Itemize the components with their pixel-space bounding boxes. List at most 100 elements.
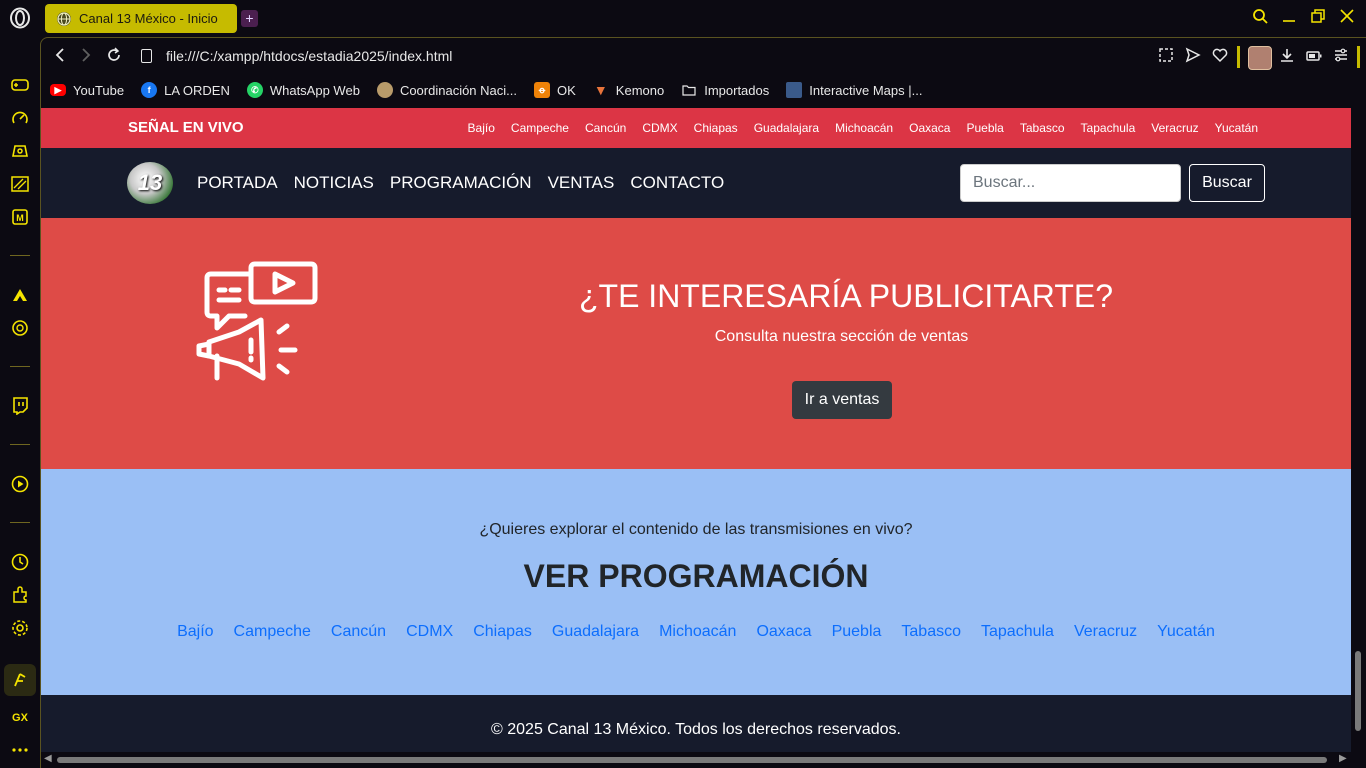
region-link[interactable]: Veracruz [1074,623,1137,641]
facebook-icon: f [141,82,158,98]
bookmark-coordinacion[interactable]: Coordinación Naci... [376,82,517,98]
horizontal-scrollbar[interactable]: ◀ ▶ [41,752,1351,768]
bookmarks-bar: ▶ YouTube f LA ORDEN ✆ WhatsApp Web Coor… [41,76,1366,104]
region-link[interactable]: Michoacán [659,623,736,641]
programming-title: VER PROGRAMACIÓN [523,558,869,594]
programming-region-links: Bajío Campeche Cancún CDMX Chiapas Guada… [41,623,1351,641]
region-link[interactable]: CDMX [406,623,453,641]
vertical-scrollbar[interactable] [1351,108,1366,752]
top-region-link[interactable]: Yucatán [1215,121,1258,135]
map-icon [786,82,803,98]
live-signal-label: SEÑAL EN VIVO [128,119,244,136]
nav-portada[interactable]: PORTADA [197,173,278,193]
top-region-link[interactable]: Veracruz [1151,121,1198,135]
region-link[interactable]: Yucatán [1157,623,1215,641]
messenger-m-icon[interactable]: M [8,205,32,229]
restore-icon[interactable] [1307,8,1329,30]
search-tabs-icon[interactable] [1249,8,1271,30]
back-button[interactable] [49,46,71,68]
top-region-link[interactable]: Cancún [585,121,626,135]
bookmark-folder-importados[interactable]: Importados [681,82,769,98]
top-region-link[interactable]: Puebla [966,121,1003,135]
scrollbar-thumb[interactable] [1355,651,1361,731]
heart-icon[interactable] [1210,47,1230,67]
scroll-left-icon[interactable]: ◀ [44,753,52,764]
history-icon[interactable] [8,550,32,574]
settings-gear-icon[interactable] [8,616,32,640]
speedometer-icon[interactable] [8,106,32,130]
stripes-icon[interactable] [8,172,32,196]
kemono-icon: ▼ [593,82,608,98]
sidebar-divider [10,522,30,523]
search-input[interactable] [960,164,1181,202]
tab-title: Canal 13 México - Inicio [79,11,218,26]
minimize-icon[interactable] [1278,8,1300,30]
new-tab-button[interactable]: + [241,10,258,27]
aria-icon[interactable] [8,283,32,307]
promo-subtitle: Consulta nuestra sección de ventas [714,328,969,345]
top-region-link[interactable]: CDMX [642,121,677,135]
more-options-icon[interactable] [8,738,32,762]
programming-question: ¿Quieres explorar el contenido de las tr… [479,521,913,538]
bookmark-label: Interactive Maps |... [809,82,923,98]
gx-cleaner-icon[interactable] [8,668,32,692]
url-field[interactable]: file:///C:/xampp/htdocs/estadia2025/inde… [166,48,452,64]
extensions-icon[interactable] [8,583,32,607]
region-link[interactable]: Cancún [331,623,386,641]
reload-button[interactable] [103,46,125,68]
profile-avatar[interactable] [1248,46,1272,70]
download-icon[interactable] [1277,47,1297,67]
snapshot-icon[interactable] [1156,47,1176,67]
toolbar-divider [1237,46,1240,68]
chatgpt-icon[interactable] [8,316,32,340]
sidebar-divider [10,366,30,367]
top-region-link[interactable]: Guadalajara [754,121,819,135]
bookmark-kemono[interactable]: ▼ Kemono [593,82,664,98]
close-window-icon[interactable] [1336,8,1358,30]
region-link[interactable]: Tabasco [901,623,961,641]
top-region-link[interactable]: Michoacán [835,121,893,135]
player-icon[interactable] [8,472,32,496]
send-icon[interactable] [1183,47,1203,67]
easy-setup-icon[interactable] [1331,47,1351,67]
scrollbar-thumb[interactable] [57,757,1327,763]
canal13-logo[interactable]: 13 [127,162,173,204]
opera-logo-icon[interactable] [8,6,32,30]
top-region-link[interactable]: Oaxaca [909,121,950,135]
nav-contacto[interactable]: CONTACTO [630,173,724,193]
controller-icon[interactable] [8,139,32,163]
region-link[interactable]: Tapachula [981,623,1054,641]
bookmark-youtube[interactable]: ▶ YouTube [50,83,124,98]
bookmark-la-orden[interactable]: f LA ORDEN [141,82,230,98]
file-icon [141,49,152,63]
search-button[interactable]: Buscar [1189,164,1265,202]
tab-active[interactable]: Canal 13 México - Inicio [45,4,237,33]
region-link[interactable]: Guadalajara [552,623,639,641]
top-region-link[interactable]: Campeche [511,121,569,135]
nav-ventas[interactable]: VENTAS [548,173,615,193]
nav-programacion[interactable]: PROGRAMACIÓN [390,173,532,193]
twitch-icon[interactable] [8,394,32,418]
region-link[interactable]: Oaxaca [756,623,811,641]
gx-corner-icon[interactable]: GX [8,706,32,730]
scroll-right-icon[interactable]: ▶ [1339,753,1347,764]
bookmark-whatsapp[interactable]: ✆ WhatsApp Web [246,82,360,98]
top-region-link[interactable]: Bajío [468,121,495,135]
battery-icon[interactable] [1304,47,1324,67]
globe-icon [57,11,71,26]
region-link[interactable]: Chiapas [473,623,532,641]
top-region-link[interactable]: Tapachula [1081,121,1136,135]
top-region-link[interactable]: Tabasco [1020,121,1065,135]
gamepad-icon[interactable] [8,73,32,97]
go-to-sales-button[interactable]: Ir a ventas [792,381,892,419]
bookmark-label: OK [557,82,576,98]
nav-noticias[interactable]: NOTICIAS [294,173,374,193]
region-link[interactable]: Bajío [177,623,213,641]
address-bar: file:///C:/xampp/htdocs/estadia2025/inde… [41,38,1366,76]
bookmark-interactive-maps[interactable]: Interactive Maps |... [786,82,922,98]
bookmark-ok[interactable]: ꝋ OK [534,82,576,98]
top-region-link[interactable]: Chiapas [694,121,738,135]
forward-button[interactable] [75,46,97,68]
region-link[interactable]: Puebla [832,623,882,641]
region-link[interactable]: Campeche [234,623,311,641]
